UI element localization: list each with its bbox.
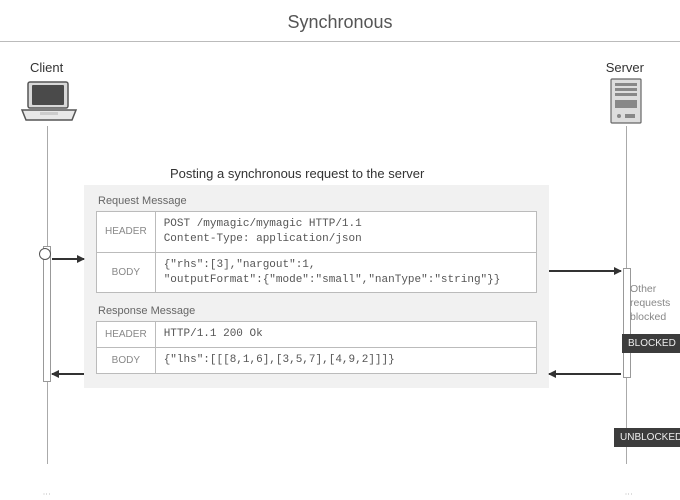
request-section-label: Request Message xyxy=(98,195,537,207)
blocked-note: Other requests blocked xyxy=(630,282,676,325)
blocked-tag: BLOCKED xyxy=(622,334,680,353)
response-body-content: {"lhs":[[[8,1,6],[3,5,7],[4,9,2]]]} xyxy=(155,348,536,374)
request-table: HEADER POST /mymagic/mymagic HTTP/1.1 Co… xyxy=(96,211,537,293)
response-body-label: BODY xyxy=(97,348,156,374)
client-activation-bar xyxy=(43,246,51,382)
response-header-label: HEADER xyxy=(97,322,156,348)
diagram-subtitle: Posting a synchronous request to the ser… xyxy=(170,166,424,181)
laptop-icon xyxy=(20,80,78,122)
response-table: HEADER HTTP/1.1 200 Ok BODY {"lhs":[[[8,… xyxy=(96,321,537,374)
request-header-content: POST /mymagic/mymagic HTTP/1.1 Content-T… xyxy=(155,212,536,253)
start-circle-icon xyxy=(39,248,51,260)
unblocked-tag: UNBLOCKED xyxy=(614,428,680,447)
response-arrow-client xyxy=(52,373,84,375)
client-lifeline-continuation: ⋮ xyxy=(44,490,48,498)
client-label: Client xyxy=(30,60,63,75)
message-panel: Request Message HEADER POST /mymagic/mym… xyxy=(84,185,549,388)
response-arrow-server xyxy=(549,373,621,375)
request-header-label: HEADER xyxy=(97,212,156,253)
response-header-content: HTTP/1.1 200 Ok xyxy=(155,322,536,348)
request-arrow-server xyxy=(549,270,621,272)
server-label: Server xyxy=(606,60,644,75)
title-divider xyxy=(0,41,680,42)
request-body-content: {"rhs":[3],"nargout":1, "outputFormat":{… xyxy=(155,252,536,293)
server-icon xyxy=(610,78,642,126)
response-section-label: Response Message xyxy=(98,305,537,317)
request-body-label: BODY xyxy=(97,252,156,293)
request-arrow-client xyxy=(52,258,84,260)
page-title: Synchronous xyxy=(0,0,680,41)
server-lifeline-continuation: ⋮ xyxy=(626,490,630,498)
